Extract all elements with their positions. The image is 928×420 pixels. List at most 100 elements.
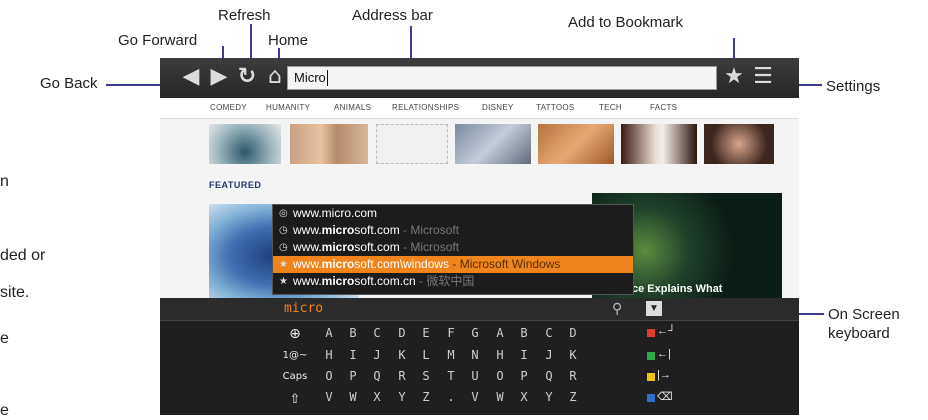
featured-overlay-caption: ce Explains What — [632, 283, 723, 295]
keyboard-key[interactable]: M — [444, 348, 458, 362]
cut-text-4: e — [0, 330, 9, 347]
keyboard-input-field[interactable]: micro ⚲ ▼ — [160, 298, 799, 321]
keyboard-key[interactable]: F — [444, 326, 458, 340]
forward-arrow-icon[interactable]: ▶ — [208, 66, 230, 88]
nav-tattoos[interactable]: TATTOOS — [536, 103, 575, 112]
keyboard-key[interactable]: K — [566, 348, 580, 362]
nav-facts[interactable]: FACTS — [650, 103, 677, 112]
callout-keyboard: keyboard — [828, 325, 890, 342]
keyboard-key[interactable]: . — [444, 390, 458, 404]
keyboard-key[interactable]: C — [370, 326, 384, 340]
home-icon[interactable]: ⌂ — [264, 66, 286, 88]
nav-tech[interactable]: TECH — [599, 103, 622, 112]
keyboard-key[interactable]: R — [395, 369, 409, 383]
keyboard-key[interactable]: Z — [419, 390, 433, 404]
keyboard-key[interactable]: D — [395, 326, 409, 340]
text-caret — [327, 70, 328, 86]
refresh-icon[interactable]: ↻ — [236, 66, 258, 88]
keyboard-key[interactable]: B — [346, 326, 360, 340]
keyboard-key[interactable]: Y — [395, 390, 409, 404]
category-nav: COMEDY HUMANITY ANIMALS RELATIONSHIPS DI… — [160, 98, 799, 119]
cut-text-5: e — [0, 402, 9, 419]
backspace-icon[interactable]: ⌫ — [657, 390, 673, 403]
keyboard-key[interactable]: O — [322, 369, 336, 383]
callout-address-bar: Address bar — [352, 7, 433, 24]
swatch-blue[interactable] — [647, 394, 655, 402]
nav-comedy[interactable]: COMEDY — [210, 103, 247, 112]
keyboard-key[interactable]: Y — [542, 390, 556, 404]
history-clock-icon: ◷ — [279, 242, 288, 253]
search-icon: ◎ — [279, 208, 288, 219]
autocomplete-row[interactable]: ★ www.microsoft.com.cn - 微软中国 — [273, 273, 633, 290]
caps-key[interactable]: Caps — [282, 371, 308, 382]
keyboard-key[interactable]: V — [322, 390, 336, 404]
keyboard-key[interactable]: V — [468, 390, 482, 404]
keyboard-key[interactable]: J — [542, 348, 556, 362]
keyboard-key[interactable]: Z — [566, 390, 580, 404]
keyboard-key[interactable]: E — [419, 326, 433, 340]
language-globe-icon[interactable]: ⊕ — [282, 326, 308, 342]
settings-menu-icon[interactable]: ☰ — [752, 66, 774, 88]
keyboard-key[interactable]: X — [517, 390, 531, 404]
keyboard-key[interactable]: W — [493, 390, 507, 404]
keyboard-key[interactable]: B — [517, 326, 531, 340]
autocomplete-dropdown: ◎ www.micro.com ◷ www.microsoft.com - Mi… — [272, 204, 634, 295]
callout-home: Home — [268, 32, 309, 49]
keyboard-key[interactable]: T — [444, 369, 458, 383]
nav-animals[interactable]: ANIMALS — [334, 103, 371, 112]
history-clock-icon: ◷ — [279, 225, 288, 236]
tab-right-icon[interactable]: |→ — [657, 369, 671, 381]
nav-humanity[interactable]: HUMANITY — [266, 103, 310, 112]
thumb-1[interactable] — [209, 124, 281, 164]
keyboard-key[interactable]: D — [566, 326, 580, 340]
thumb-6[interactable] — [621, 124, 697, 164]
thumb-5[interactable] — [538, 124, 614, 164]
keyboard-key[interactable]: P — [517, 369, 531, 383]
keyboard-key[interactable]: Q — [370, 369, 384, 383]
enter-icon[interactable]: ←┘ — [657, 325, 676, 337]
thumb-7[interactable] — [704, 124, 774, 164]
keyboard-key[interactable]: U — [468, 369, 482, 383]
swatch-yellow[interactable] — [647, 373, 655, 381]
symbols-key[interactable]: 1@~ — [282, 350, 308, 361]
autocomplete-row-selected[interactable]: ★ www.microsoft.com\windows - Microsoft … — [273, 256, 633, 273]
keyboard-key[interactable]: X — [370, 390, 384, 404]
callout-refresh: Refresh — [218, 7, 271, 24]
bookmark-star-icon[interactable]: ★ — [723, 66, 745, 88]
autocomplete-row[interactable]: ◎ www.micro.com — [273, 205, 633, 222]
keyboard-key[interactable]: Q — [542, 369, 556, 383]
keyboard-key[interactable]: O — [493, 369, 507, 383]
thumb-2[interactable] — [290, 124, 368, 164]
address-bar[interactable]: Micro — [287, 66, 717, 90]
keyboard-key[interactable]: I — [517, 348, 531, 362]
keyboard-key[interactable]: L — [419, 348, 433, 362]
autocomplete-row[interactable]: ◷ www.microsoft.com - Microsoft — [273, 239, 633, 256]
shift-icon[interactable]: ⇧ — [282, 392, 308, 407]
swatch-green[interactable] — [647, 352, 655, 360]
keyboard-key[interactable]: R — [566, 369, 580, 383]
thumb-4[interactable] — [455, 124, 531, 164]
keyboard-key[interactable]: G — [468, 326, 482, 340]
keyboard-key[interactable]: P — [346, 369, 360, 383]
keyboard-key[interactable]: J — [370, 348, 384, 362]
search-icon[interactable]: ⚲ — [612, 300, 622, 317]
keyboard-key[interactable]: K — [395, 348, 409, 362]
keyboard-key[interactable]: S — [419, 369, 433, 383]
callout-settings: Settings — [826, 78, 881, 95]
back-arrow-icon[interactable]: ◀ — [180, 66, 202, 88]
nav-disney[interactable]: DISNEY — [482, 103, 514, 112]
keyboard-key[interactable]: C — [542, 326, 556, 340]
keyboard-key[interactable]: A — [493, 326, 507, 340]
keyboard-key[interactable]: N — [468, 348, 482, 362]
keyboard-key[interactable]: H — [322, 348, 336, 362]
keyboard-key[interactable]: I — [346, 348, 360, 362]
keyboard-key[interactable]: A — [322, 326, 336, 340]
autocomplete-row[interactable]: ◷ www.microsoft.com - Microsoft — [273, 222, 633, 239]
collapse-keyboard-icon[interactable]: ▼ — [646, 301, 662, 316]
thumb-3[interactable] — [376, 124, 448, 164]
swatch-red[interactable] — [647, 329, 655, 337]
keyboard-key[interactable]: W — [346, 390, 360, 404]
nav-relationships[interactable]: RELATIONSHIPS — [392, 103, 459, 112]
keyboard-key[interactable]: H — [493, 348, 507, 362]
tab-left-icon[interactable]: ←| — [657, 348, 671, 360]
